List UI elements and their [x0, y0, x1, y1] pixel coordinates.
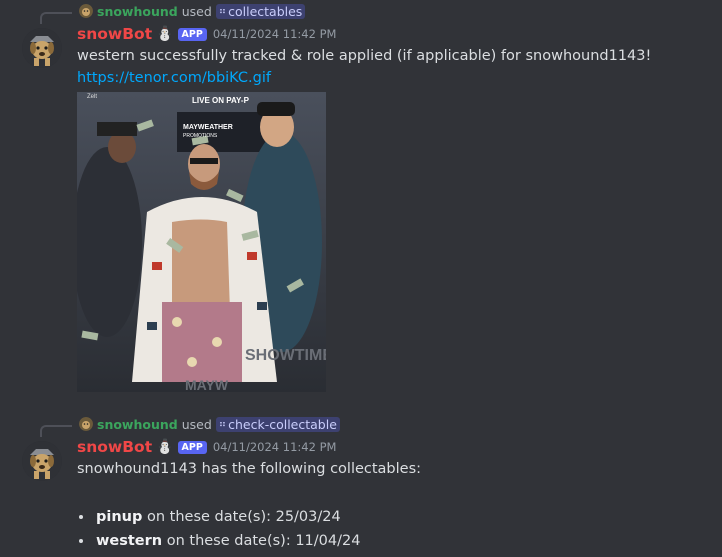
message-header: snowBot ⛄ APP 04/11/2024 11:42 PM	[77, 25, 336, 43]
list-item: western on these date(s): 11/04/24	[94, 533, 360, 549]
gif-link[interactable]: https://tenor.com/bbiKC.gif	[77, 70, 271, 86]
avatar[interactable]	[22, 28, 62, 68]
dog-avatar-icon	[22, 28, 62, 68]
dog-avatar-icon	[79, 4, 93, 18]
app-badge: APP	[177, 440, 207, 454]
snowman-icon: ⛄	[156, 439, 174, 455]
gif-embed[interactable]: LIVE ON PAY-P MAYWEATHER PROMOTIONS Zelt…	[77, 92, 326, 392]
dog-avatar-icon	[79, 417, 93, 431]
gif-banner: MAYWEATHER	[183, 124, 233, 131]
collectable-name: pinup	[96, 509, 143, 525]
command-mention[interactable]: ⠶ collectables	[215, 3, 306, 19]
message-text: snowhound1143 has the following collecta…	[77, 461, 422, 477]
reply-username[interactable]: snowhound	[97, 4, 178, 19]
reply-connector	[40, 425, 72, 437]
command-mention[interactable]: ⠶ check-collectable	[215, 416, 340, 432]
reply-bar[interactable]: snowhound used ⠶ check-collectable	[79, 416, 340, 432]
gif-image: LIVE ON PAY-P MAYWEATHER PROMOTIONS Zelt…	[77, 92, 326, 392]
timestamp[interactable]: 04/11/2024 11:42 PM	[213, 27, 337, 41]
app-badge: APP	[177, 27, 207, 41]
reply-used-text: used	[181, 416, 212, 432]
timestamp[interactable]: 04/11/2024 11:42 PM	[213, 440, 337, 454]
grid-icon: ⠶	[218, 5, 226, 17]
gif-banner2: PROMOTIONS	[183, 133, 218, 139]
message-header: snowBot ⛄ APP 04/11/2024 11:42 PM	[77, 438, 336, 456]
command-name: collectables	[228, 3, 303, 19]
reply-used-text: used	[181, 3, 212, 19]
author-name[interactable]: snowBot	[77, 438, 152, 456]
collectable-dates: on these date(s): 25/03/24	[142, 509, 341, 525]
reply-connector	[40, 12, 72, 24]
list-item: pinup on these date(s): 25/03/24	[94, 509, 360, 525]
message-text: western successfully tracked & role appl…	[77, 48, 652, 64]
gif-bottom-a: SHOWTIME	[245, 347, 326, 364]
collectable-dates: on these date(s): 11/04/24	[162, 533, 361, 549]
grid-icon: ⠶	[218, 418, 226, 430]
gif-corner: Zelt	[87, 94, 97, 100]
gif-bottom-b: MAYW	[185, 377, 229, 392]
dog-avatar-icon	[22, 441, 62, 481]
reply-username[interactable]: snowhound	[97, 417, 178, 432]
gif-top-text: LIVE ON PAY-P	[192, 96, 250, 105]
author-name[interactable]: snowBot	[77, 25, 152, 43]
reply-bar[interactable]: snowhound used ⠶ collectables	[79, 3, 306, 19]
collectables-list: pinup on these date(s): 25/03/24 western…	[77, 509, 360, 557]
avatar[interactable]	[22, 441, 62, 481]
snowman-icon: ⛄	[156, 26, 174, 42]
collectable-name: western	[96, 533, 163, 549]
command-name: check-collectable	[228, 416, 337, 432]
